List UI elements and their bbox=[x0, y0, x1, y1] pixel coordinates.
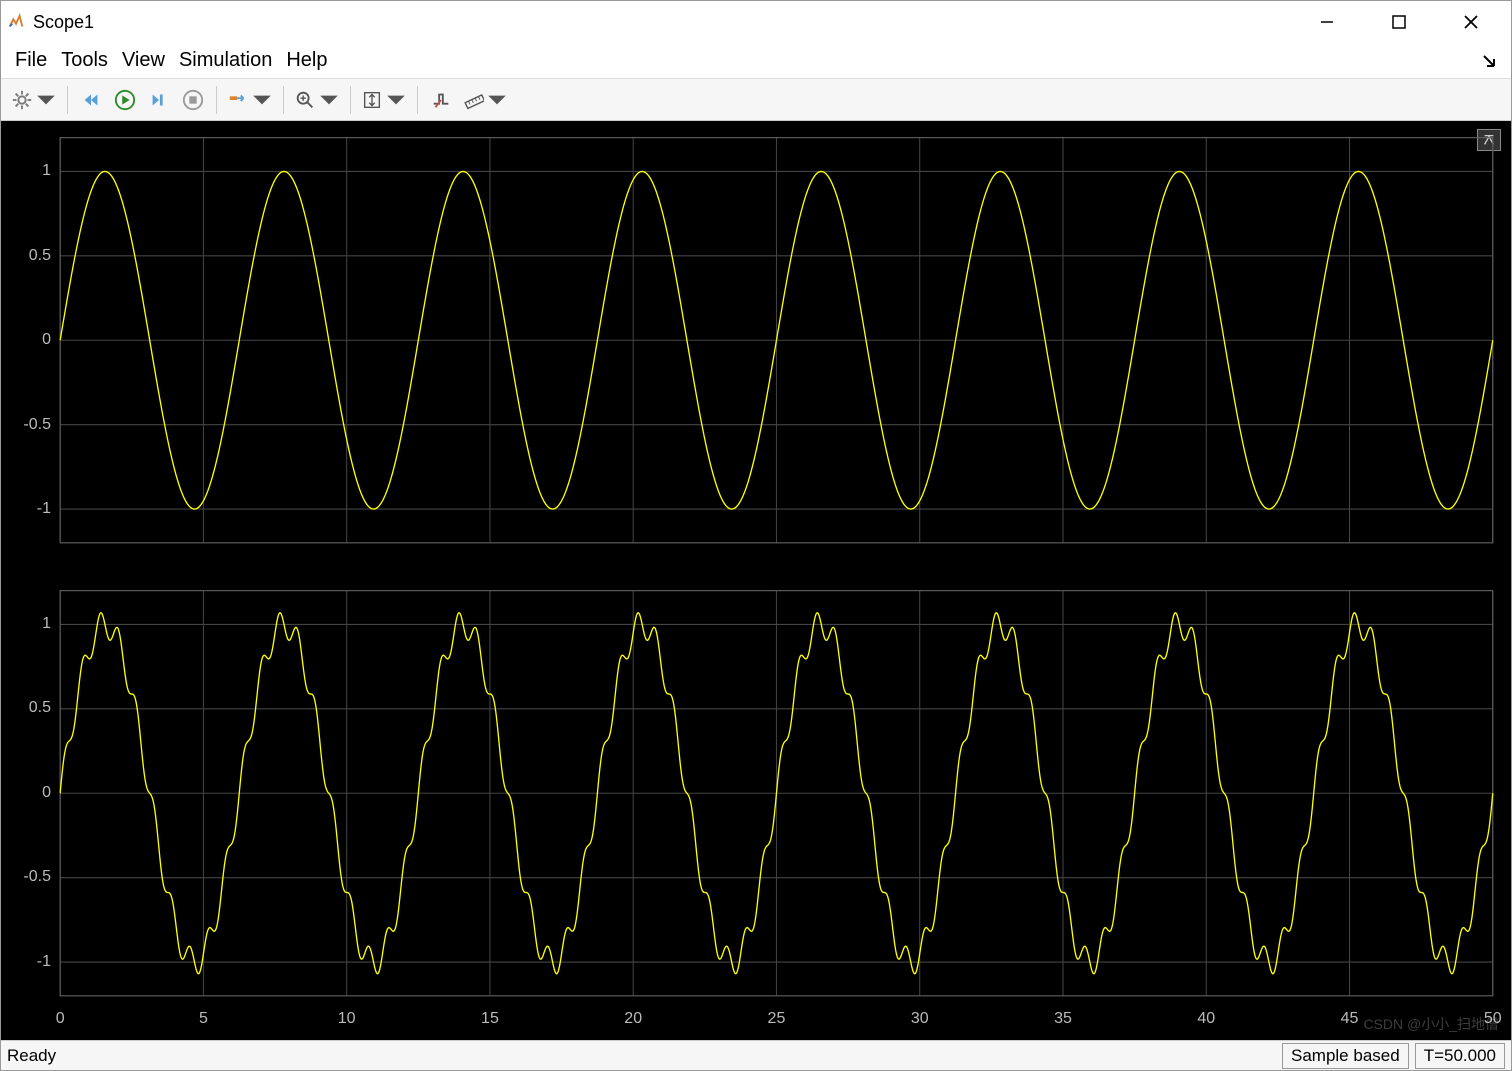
menu-simulation[interactable]: Simulation bbox=[179, 49, 272, 72]
status-mode: Sample based bbox=[1282, 1043, 1409, 1069]
step-forward-button[interactable] bbox=[144, 85, 174, 115]
menu-tools[interactable]: Tools bbox=[61, 49, 108, 72]
plot-panel-2[interactable]: -1-0.500.51 bbox=[9, 580, 1503, 1007]
window-title: Scope1 bbox=[33, 12, 1309, 33]
status-ready: Ready bbox=[7, 1046, 56, 1066]
statusbar: Ready Sample based T=50.000 bbox=[1, 1040, 1511, 1070]
configure-button[interactable] bbox=[9, 85, 59, 115]
toolbar bbox=[1, 79, 1511, 121]
step-back-button[interactable] bbox=[76, 85, 106, 115]
plot-area: -1-0.500.51 -1-0.500.51 0510152025303540… bbox=[1, 121, 1511, 1040]
run-button[interactable] bbox=[110, 85, 140, 115]
dock-arrow-icon[interactable] bbox=[1481, 53, 1497, 69]
find-signal-button[interactable] bbox=[225, 85, 275, 115]
status-time: T=50.000 bbox=[1415, 1043, 1505, 1069]
scale-axes-button[interactable] bbox=[359, 85, 409, 115]
maximize-button[interactable] bbox=[1381, 8, 1417, 36]
x-axis-ticks: 05101520253035404550 bbox=[9, 1006, 1503, 1034]
menu-help[interactable]: Help bbox=[286, 49, 327, 72]
close-button[interactable] bbox=[1453, 8, 1489, 36]
titlebar: Scope1 bbox=[1, 1, 1511, 43]
zoom-button[interactable] bbox=[292, 85, 342, 115]
y-axis-ticks-2: -1-0.500.51 bbox=[9, 580, 57, 1007]
menu-file[interactable]: File bbox=[15, 49, 47, 72]
stop-button[interactable] bbox=[178, 85, 208, 115]
menubar: File Tools View Simulation Help bbox=[1, 43, 1511, 79]
measurements-button[interactable] bbox=[460, 85, 510, 115]
menu-view[interactable]: View bbox=[122, 49, 165, 72]
window-controls bbox=[1309, 8, 1505, 36]
triggers-button[interactable] bbox=[426, 85, 456, 115]
matlab-icon bbox=[7, 13, 25, 31]
y-axis-ticks-1: -1-0.500.51 bbox=[9, 127, 57, 554]
plot-panel-1[interactable]: -1-0.500.51 bbox=[9, 127, 1503, 554]
minimize-button[interactable] bbox=[1309, 8, 1345, 36]
